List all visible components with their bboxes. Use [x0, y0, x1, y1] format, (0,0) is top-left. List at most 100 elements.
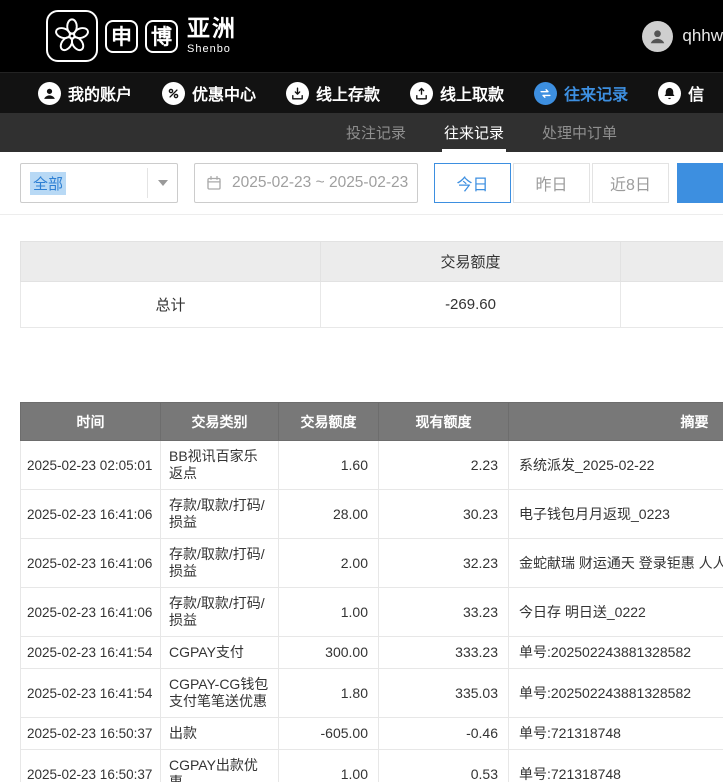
table-row: 2025-02-23 02:05:01 BB视讯百家乐返点 1.60 2.23 …	[21, 441, 723, 490]
cell-balance: 335.03	[379, 669, 509, 718]
tab-transaction-records[interactable]: 往来记录	[442, 113, 506, 152]
table-row: 2025-02-23 16:41:06 存款/取款/打码/损益 28.00 30…	[21, 490, 723, 539]
summary-total-value: -269.60	[321, 282, 621, 328]
nav-item-online-deposit[interactable]: 线上存款	[286, 81, 380, 105]
cell-amount: 1.00	[279, 588, 379, 637]
nav-label: 信	[688, 81, 704, 105]
deposit-icon	[286, 82, 309, 105]
cell-type: 出款	[161, 718, 279, 750]
category-select[interactable]: 全部	[20, 163, 178, 203]
cell-summary: 单号:721318748	[509, 750, 723, 782]
cell-amount: 2.00	[279, 539, 379, 588]
logo-char-bo: 博	[145, 20, 178, 53]
filter-submit-button[interactable]	[677, 163, 723, 203]
summary-header-row: 交易额度	[21, 242, 723, 282]
user-avatar[interactable]	[642, 21, 673, 52]
cell-summary: 单号:202502243881328582	[509, 669, 723, 718]
bell-icon	[658, 82, 681, 105]
select-arrow-zone[interactable]	[147, 168, 177, 198]
cell-balance: 333.23	[379, 637, 509, 669]
cell-time: 2025-02-23 02:05:01	[21, 441, 161, 490]
quick-date-buttons: 今日 昨日 近8日	[434, 163, 669, 203]
col-header-time: 时间	[21, 403, 161, 441]
nav-item-promotions[interactable]: 优惠中心	[162, 81, 256, 105]
cell-summary: 单号:721318748	[509, 718, 723, 750]
cell-summary: 单号:202502243881328582	[509, 637, 723, 669]
top-bar: 申 博 亚洲 Shenbo qhhw	[0, 0, 723, 72]
summary-header-blank	[621, 242, 723, 282]
table-row: 2025-02-23 16:50:37 CGPAY出款优惠 1.00 0.53 …	[21, 750, 723, 782]
nav-item-messages[interactable]: 信	[658, 81, 704, 105]
records-header-row: 时间 交易类别 交易额度 现有额度 摘要	[21, 403, 723, 441]
cell-type: CGPAY出款优惠	[161, 750, 279, 782]
flower-icon	[53, 17, 91, 55]
calendar-icon	[205, 174, 223, 192]
tab-betting-records[interactable]: 投注记录	[344, 113, 408, 152]
username-text[interactable]: qhhw	[682, 26, 723, 46]
cell-type: CGPAY支付	[161, 637, 279, 669]
nav-item-online-withdrawal[interactable]: 线上取款	[410, 81, 504, 105]
category-select-value: 全部	[30, 172, 66, 195]
records-exchange-icon	[534, 82, 557, 105]
summary-total-row: 总计 -269.60	[21, 282, 723, 328]
cell-type: 存款/取款/打码/损益	[161, 490, 279, 539]
cell-balance: -0.46	[379, 718, 509, 750]
cell-time: 2025-02-23 16:41:06	[21, 539, 161, 588]
col-header-amount: 交易额度	[279, 403, 379, 441]
today-button[interactable]: 今日	[434, 163, 511, 203]
brand-logo[interactable]: 申 博 亚洲 Shenbo	[46, 10, 237, 62]
summary-table: 交易额度 总计 -269.60	[20, 241, 723, 328]
table-row: 2025-02-23 16:50:37 出款 -605.00 -0.46 单号:…	[21, 718, 723, 750]
user-icon	[38, 82, 61, 105]
cell-amount: -605.00	[279, 718, 379, 750]
cell-time: 2025-02-23 16:41:06	[21, 490, 161, 539]
date-range-picker[interactable]: 2025-02-23 ~ 2025-02-23	[194, 163, 418, 203]
cell-time: 2025-02-23 16:50:37	[21, 750, 161, 782]
nav-label: 线上取款	[440, 81, 504, 105]
cell-amount: 300.00	[279, 637, 379, 669]
cell-summary: 今日存 明日送_0222	[509, 588, 723, 637]
promo-percent-icon	[162, 82, 185, 105]
cell-time: 2025-02-23 16:50:37	[21, 718, 161, 750]
chevron-down-icon	[158, 180, 168, 186]
nav-label: 线上存款	[316, 81, 380, 105]
cell-balance: 2.23	[379, 441, 509, 490]
cell-balance: 0.53	[379, 750, 509, 782]
table-row: 2025-02-23 16:41:54 CGPAY-CG钱包支付笔笔送优惠 1.…	[21, 669, 723, 718]
logo-region-text: 亚洲	[187, 17, 237, 40]
cell-balance: 30.23	[379, 490, 509, 539]
cell-type: BB视讯百家乐返点	[161, 441, 279, 490]
cell-balance: 33.23	[379, 588, 509, 637]
date-range-value: 2025-02-23 ~ 2025-02-23	[232, 174, 408, 192]
summary-section: 交易额度 总计 -269.60	[20, 241, 723, 328]
records-section: 时间 交易类别 交易额度 现有额度 摘要 2025-02-23 02:05:01…	[20, 402, 723, 782]
nav-item-transaction-records[interactable]: 往来记录	[534, 81, 628, 105]
last-8-days-button[interactable]: 近8日	[592, 163, 669, 203]
cell-type: 存款/取款/打码/损益	[161, 539, 279, 588]
yesterday-button[interactable]: 昨日	[513, 163, 590, 203]
summary-blank-cell	[621, 282, 723, 328]
tab-processing-orders[interactable]: 处理中订单	[540, 113, 619, 152]
cell-time: 2025-02-23 16:41:06	[21, 588, 161, 637]
filter-bar: 全部 2025-02-23 ~ 2025-02-23 今日 昨日 近8日	[0, 152, 723, 215]
table-row: 2025-02-23 16:41:06 存款/取款/打码/损益 2.00 32.…	[21, 539, 723, 588]
summary-header-amount: 交易额度	[321, 242, 621, 282]
withdraw-icon	[410, 82, 433, 105]
main-nav: 我的账户 优惠中心 线上存款 线上取款 往来记录 信	[0, 72, 723, 113]
summary-total-label: 总计	[21, 282, 321, 328]
logo-char-shen: 申	[105, 20, 138, 53]
records-table-body: 2025-02-23 02:05:01 BB视讯百家乐返点 1.60 2.23 …	[21, 441, 723, 782]
nav-label: 优惠中心	[192, 81, 256, 105]
user-area: qhhw	[642, 21, 723, 52]
cell-amount: 28.00	[279, 490, 379, 539]
sub-tab-bar: 投注记录 往来记录 处理中订单	[0, 113, 723, 152]
cell-summary: 电子钱包月月返现_0223	[509, 490, 723, 539]
flower-logo-icon	[46, 10, 98, 62]
cell-amount: 1.60	[279, 441, 379, 490]
table-row: 2025-02-23 16:41:54 CGPAY支付 300.00 333.2…	[21, 637, 723, 669]
table-row: 2025-02-23 16:41:06 存款/取款/打码/损益 1.00 33.…	[21, 588, 723, 637]
summary-header-blank	[21, 242, 321, 282]
cell-amount: 1.80	[279, 669, 379, 718]
nav-item-my-account[interactable]: 我的账户	[38, 81, 132, 105]
col-header-balance: 现有额度	[379, 403, 509, 441]
